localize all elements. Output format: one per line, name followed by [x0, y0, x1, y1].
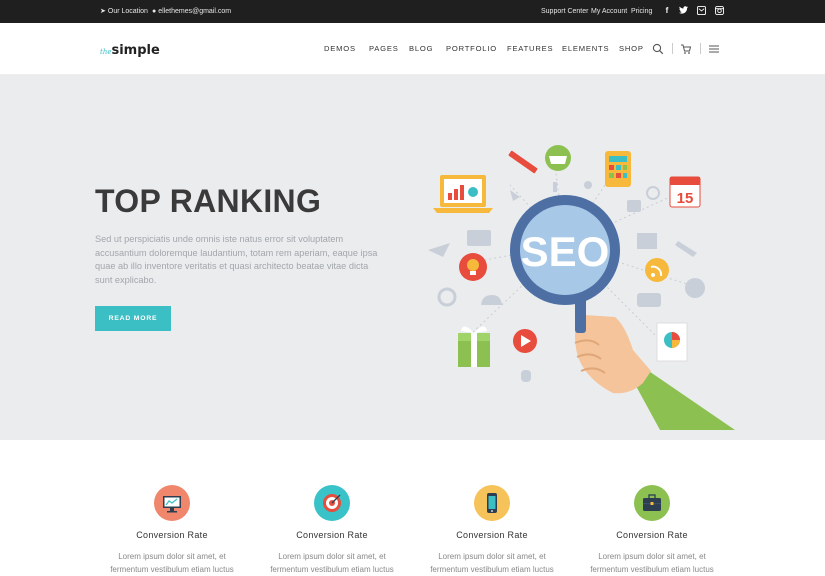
seo-text: SEO [521, 228, 610, 275]
calendar-day: 15 [677, 190, 694, 207]
support-center-link[interactable]: Support Center [541, 0, 588, 23]
logo-prefix: the [100, 48, 112, 56]
menu-item-features[interactable]: FEATURES [507, 44, 553, 53]
feature-card: Conversion Rate Lorem ipsum dolor sit am… [412, 485, 572, 576]
feature-text-line: Lorem ipsum dolor sit amet, et [598, 552, 706, 561]
main-navigation: thesimple DEMOS PAGES BLOG PORTFOLIO FEA… [0, 23, 825, 75]
feature-card: Conversion Rate Lorem ipsum dolor sit am… [572, 485, 732, 576]
basket-icon [545, 145, 571, 171]
feature-card: Conversion Rate Lorem ipsum dolor sit am… [92, 485, 252, 576]
facebook-icon[interactable]: f [662, 6, 672, 16]
read-more-button[interactable]: READ MORE [95, 306, 171, 331]
feature-text-line: Lorem ipsum dolor sit amet, et [118, 552, 226, 561]
feature-text-line: fermentum vestibulum etiam luctus [590, 565, 714, 574]
calendar-icon: 15 [669, 176, 701, 208]
logo-name: simple [111, 43, 160, 58]
phone-icon [474, 485, 510, 521]
user-icon: ● [152, 8, 157, 15]
my-account-link[interactable]: My Account [591, 0, 627, 23]
magnifier-icon: SEO [510, 195, 620, 305]
feature-title: Conversion Rate [296, 530, 368, 540]
hand-icon [574, 315, 735, 430]
cart-icon[interactable] [680, 42, 692, 54]
feature-card: Conversion Rate Lorem ipsum dolor sit am… [252, 485, 412, 576]
top-bar: ➤ Our Location ● ellethemes@gmail.com Supp… [0, 0, 825, 23]
hero-section: TOP RANKING Sed ut perspiciatis unde omn… [0, 75, 825, 440]
email-link[interactable]: ● ellethemes@gmail.com [152, 0, 231, 23]
feature-title: Conversion Rate [616, 530, 688, 540]
menu-icon[interactable] [708, 42, 720, 54]
menu-item-portfolio[interactable]: PORTFOLIO [446, 44, 497, 53]
rss-icon [645, 258, 669, 282]
seo-illustration: 15 SEO [428, 145, 735, 430]
hero-description: Sed ut perspiciatis unde omnis iste natu… [95, 234, 378, 285]
search-icon[interactable] [652, 42, 664, 55]
laptop-icon [433, 175, 493, 213]
mail-icon[interactable] [696, 5, 706, 16]
menu-item-pages[interactable]: PAGES [369, 44, 399, 53]
location-label: Our Location [107, 8, 148, 15]
play-icon [513, 329, 537, 353]
location-arrow-icon: ➤ [100, 8, 106, 15]
menu-item-demos[interactable]: DEMOS [324, 44, 356, 53]
pricing-link[interactable]: Pricing [631, 0, 652, 23]
feature-text-line: fermentum vestibulum etiam luctus [430, 565, 554, 574]
document-chart-icon [656, 322, 688, 362]
feature-text-line: Lorem ipsum dolor sit amet, et [278, 552, 386, 561]
hero-title: TOP RANKING [95, 183, 322, 219]
feature-title: Conversion Rate [456, 530, 528, 540]
location-link[interactable]: ➤ Our Location [100, 0, 148, 23]
feature-text-line: fermentum vestibulum etiam luctus [270, 565, 394, 574]
instagram-icon[interactable] [714, 6, 724, 16]
menu-item-blog[interactable]: BLOG [409, 44, 433, 53]
feature-text-line: fermentum vestibulum etiam luctus [110, 565, 234, 574]
briefcase-icon [634, 485, 670, 521]
site-logo[interactable]: thesimple [100, 41, 160, 58]
menu-item-shop[interactable]: SHOP [619, 44, 644, 53]
monitor-chart-icon [154, 485, 190, 521]
twitter-icon[interactable] [678, 6, 688, 16]
target-icon [314, 485, 350, 521]
pencil-icon [508, 150, 538, 174]
gift-icon [458, 326, 490, 367]
nav-divider [700, 43, 701, 54]
feature-title: Conversion Rate [136, 530, 208, 540]
calculator-icon [605, 151, 631, 187]
lightbulb-icon [459, 253, 487, 281]
nav-divider [672, 43, 673, 54]
email-label: ellethemes@gmail.com [158, 8, 232, 15]
menu-item-elements[interactable]: ELEMENTS [562, 44, 609, 53]
feature-text-line: Lorem ipsum dolor sit amet, et [438, 552, 546, 561]
